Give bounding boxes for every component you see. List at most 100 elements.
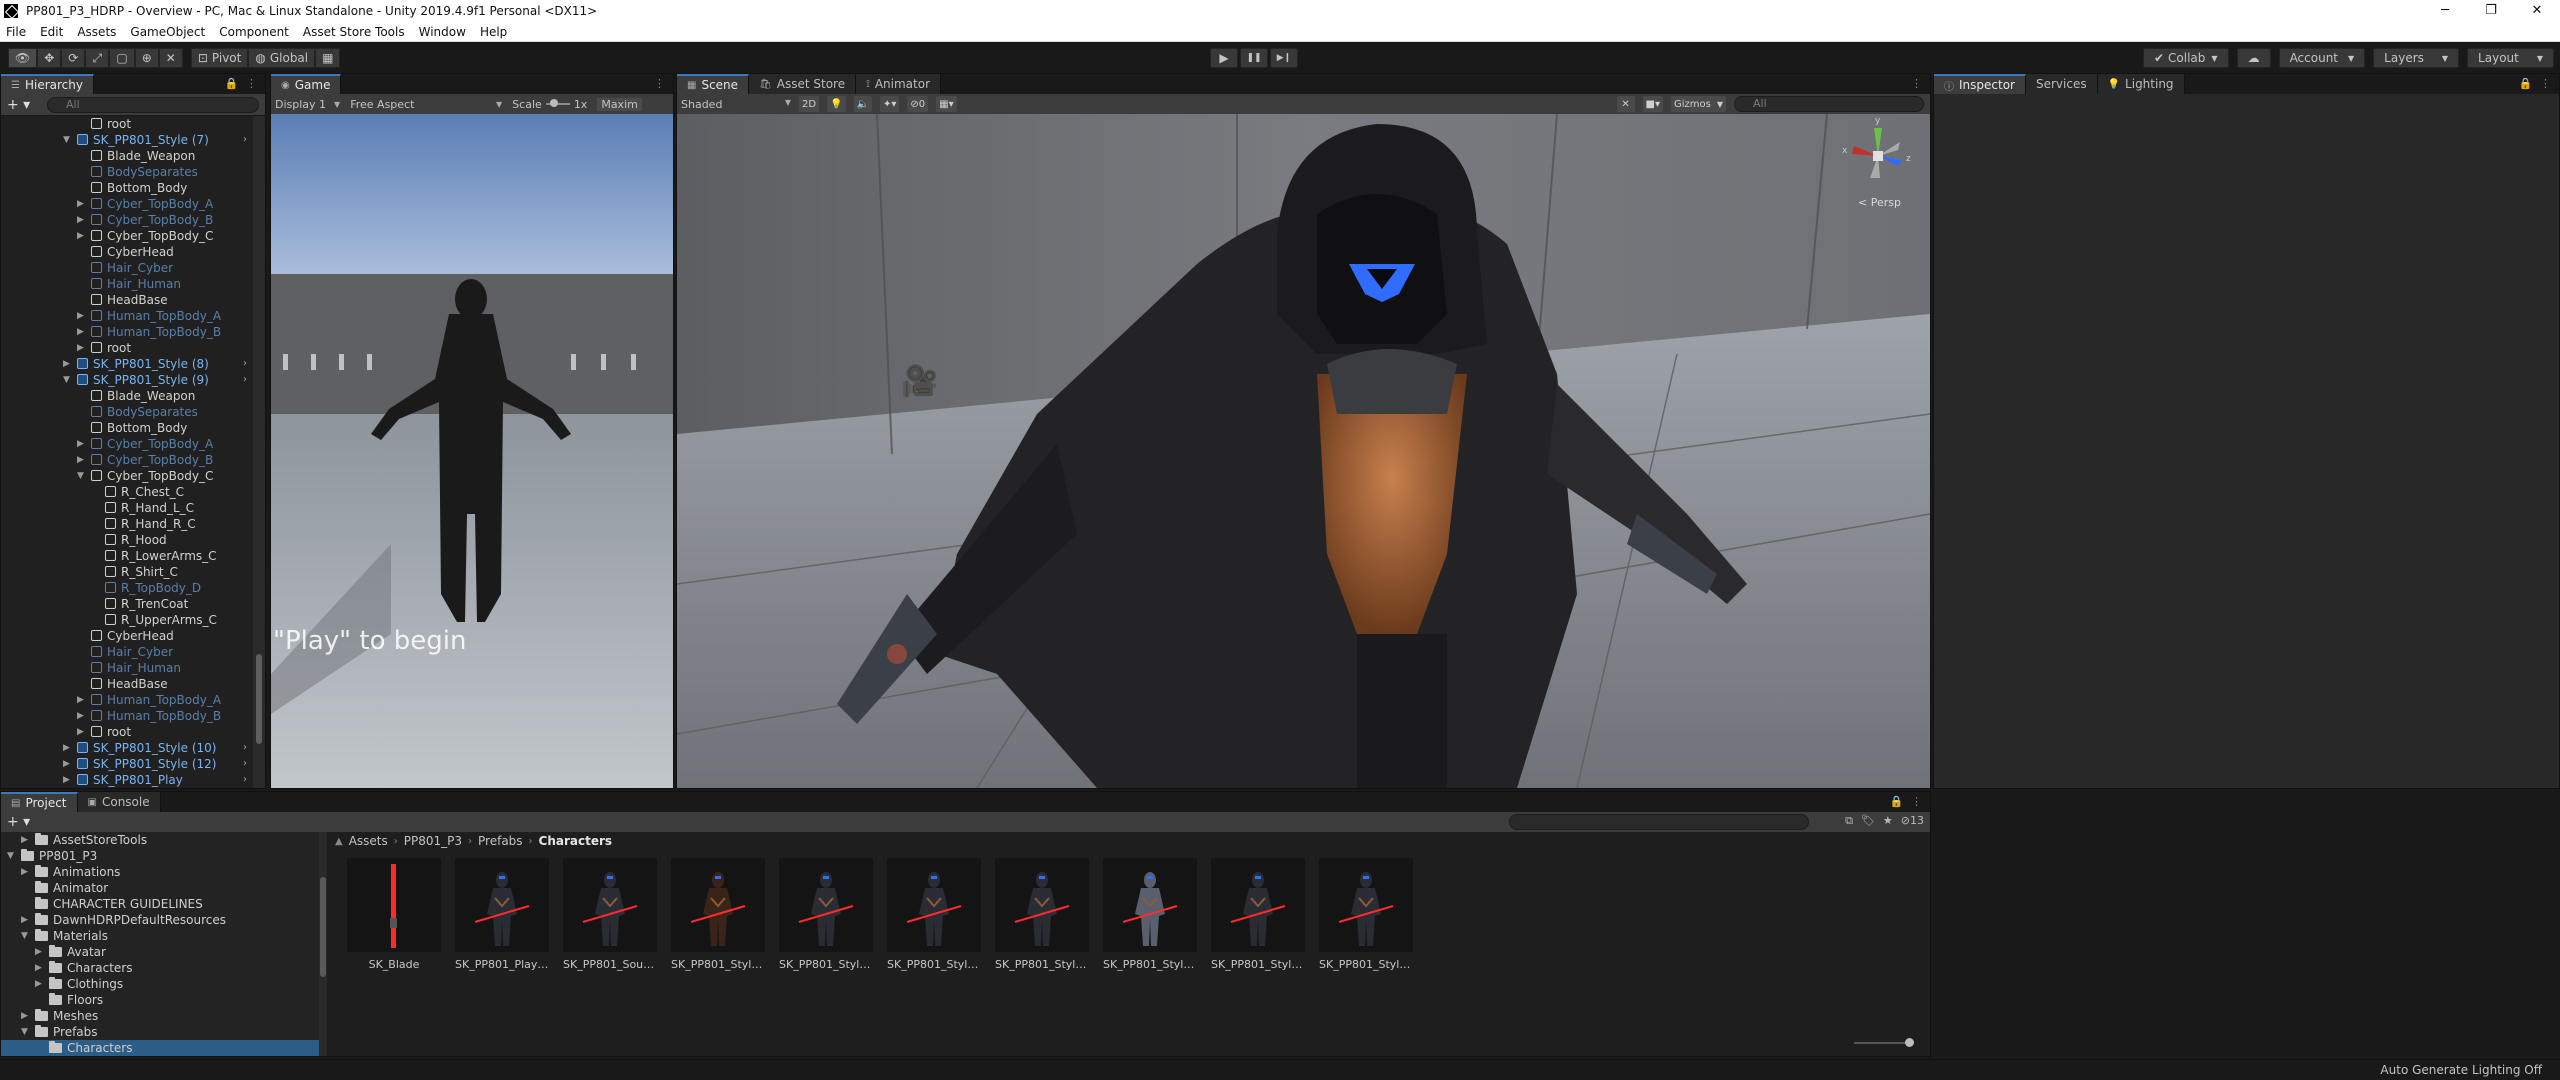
- panel-menu-icon[interactable]: 🔒 ⋮: [225, 77, 259, 90]
- asset-item[interactable]: SK_PP801_Play V...: [455, 858, 549, 971]
- hierarchy-item[interactable]: R_LowerArms_C: [1, 548, 265, 564]
- project-tree-item[interactable]: ▶ Clothings: [1, 976, 325, 992]
- hierarchy-item[interactable]: R_Chest_C: [1, 484, 265, 500]
- asset-item[interactable]: SK_Blade: [347, 858, 441, 971]
- hierarchy-scrollbar[interactable]: [253, 116, 265, 788]
- project-tree-item[interactable]: CHARACTER GUIDELINES: [1, 896, 325, 912]
- layers-dropdown[interactable]: Layers ▼: [2373, 48, 2460, 68]
- hierarchy-item[interactable]: ▶ Cyber_TopBody_B: [1, 452, 265, 468]
- scale-slider[interactable]: [545, 99, 570, 107]
- asset-item[interactable]: SK_PP801_Style (...: [995, 858, 1089, 971]
- hierarchy-item[interactable]: R_UpperArms_C: [1, 612, 265, 628]
- open-prefab-icon[interactable]: ›: [243, 132, 247, 148]
- asset-item[interactable]: SK_PP801_Style (...: [1103, 858, 1197, 971]
- tab-lighting[interactable]: 💡 Lighting: [2097, 74, 2185, 94]
- scrollbar-thumb[interactable]: [320, 877, 326, 977]
- project-tree-item[interactable]: ▶ Animations: [1, 864, 325, 880]
- account-dropdown[interactable]: Account ▼: [2278, 48, 2366, 68]
- open-prefab-icon[interactable]: ›: [243, 772, 247, 788]
- maximize-button[interactable]: ❐: [2468, 0, 2514, 22]
- tools-icon[interactable]: ✕: [1616, 96, 1635, 112]
- hierarchy-item[interactable]: ▶ SK_PP801_Play ›: [1, 772, 265, 788]
- collapsed-arrow-icon[interactable]: ▶: [77, 724, 87, 740]
- transform-tool-icon[interactable]: ⊕: [134, 48, 159, 68]
- open-prefab-icon[interactable]: ›: [243, 756, 247, 772]
- collapsed-arrow-icon[interactable]: ▶: [63, 756, 73, 772]
- expanded-arrow-icon[interactable]: ▼: [21, 928, 28, 944]
- breadcrumb-item[interactable]: PP801_P3: [404, 834, 462, 848]
- scale-control[interactable]: Scale 1x: [512, 98, 587, 111]
- hierarchy-item[interactable]: ▶ Human_TopBody_A: [1, 308, 265, 324]
- camera-gizmo-icon[interactable]: 🎥: [901, 364, 938, 399]
- hierarchy-item[interactable]: Hair_Cyber: [1, 644, 265, 660]
- hierarchy-item[interactable]: R_TopBody_D: [1, 580, 265, 596]
- asset-item[interactable]: SK_PP801_Sourc...: [563, 858, 657, 971]
- collapsed-arrow-icon[interactable]: ▶: [77, 228, 87, 244]
- panel-menu-icon[interactable]: 🔒 ⋮: [1890, 795, 1924, 808]
- tab-inspector[interactable]: ⓘ Inspector: [1934, 74, 2026, 94]
- tab-scene[interactable]: ▦ Scene: [677, 74, 750, 94]
- collapsed-arrow-icon[interactable]: ▶: [35, 944, 42, 960]
- open-prefab-icon[interactable]: ›: [243, 740, 247, 756]
- collapsed-arrow-icon[interactable]: ▶: [77, 324, 87, 340]
- panel-menu-icon[interactable]: ⋮: [1911, 77, 1924, 90]
- collapsed-arrow-icon[interactable]: ▶: [63, 356, 73, 372]
- step-button[interactable]: ▶❙: [1270, 48, 1298, 68]
- collapsed-arrow-icon[interactable]: ▶: [21, 832, 28, 848]
- breadcrumb-item[interactable]: Prefabs: [478, 834, 523, 848]
- hierarchy-item[interactable]: R_Hand_L_C: [1, 500, 265, 516]
- hierarchy-item[interactable]: ▶ Human_TopBody_B: [1, 708, 265, 724]
- lighting-toggle-icon[interactable]: 💡: [827, 96, 846, 112]
- asset-item[interactable]: SK_PP801_Style (...: [1319, 858, 1413, 971]
- menu-component[interactable]: Component: [219, 25, 289, 39]
- project-tree-item[interactable]: ▶ Meshes: [1, 1008, 325, 1024]
- view-tool-icon[interactable]: 👁: [8, 48, 38, 68]
- game-viewport[interactable]: "Play" to begin: [271, 114, 673, 788]
- gizmos-dropdown[interactable]: Gizmos ▼: [1670, 96, 1726, 112]
- scene-search-input[interactable]: All: [1734, 96, 1924, 112]
- hidden-objects-toggle[interactable]: ⊘ 0: [907, 96, 929, 112]
- shading-mode-dropdown[interactable]: Shaded ▼: [681, 98, 791, 111]
- expanded-arrow-icon[interactable]: ▼: [7, 848, 14, 864]
- effects-toggle-icon[interactable]: ✦▾: [879, 96, 900, 112]
- hierarchy-item[interactable]: ▶ SK_PP801_Style (8) ›: [1, 356, 265, 372]
- project-tree-item[interactable]: ▼ Prefabs: [1, 1024, 325, 1040]
- create-button[interactable]: + ▾: [7, 97, 47, 113]
- display-dropdown[interactable]: Display 1 ▼: [275, 98, 340, 111]
- hierarchy-item[interactable]: ▶ root: [1, 724, 265, 740]
- menu-asset-store-tools[interactable]: Asset Store Tools: [303, 25, 405, 39]
- hierarchy-item[interactable]: ▶ Human_TopBody_A: [1, 692, 265, 708]
- minimize-button[interactable]: ─: [2422, 0, 2468, 22]
- hierarchy-item[interactable]: Hair_Cyber: [1, 260, 265, 276]
- collapsed-arrow-icon[interactable]: ▶: [77, 708, 87, 724]
- hidden-packages-toggle[interactable]: ⊘13: [1901, 814, 1924, 828]
- collapsed-arrow-icon[interactable]: ▶: [77, 308, 87, 324]
- hierarchy-item[interactable]: ▶ SK_PP801_Style (10) ›: [1, 740, 265, 756]
- asset-item[interactable]: SK_PP801_Style (...: [887, 858, 981, 971]
- collapsed-arrow-icon[interactable]: ▶: [77, 692, 87, 708]
- maximize-on-play-button[interactable]: Maxim: [597, 97, 642, 111]
- expanded-arrow-icon[interactable]: ▼: [21, 1024, 28, 1040]
- grid-toggle-icon[interactable]: ▦▾: [936, 96, 957, 112]
- grid-snap-icon[interactable]: ▦: [315, 48, 341, 68]
- panel-menu-icon[interactable]: 🔒 ⋮: [2519, 77, 2553, 90]
- project-tree-item[interactable]: Animator: [1, 880, 325, 896]
- play-button[interactable]: ▶: [1210, 48, 1238, 68]
- tab-project[interactable]: ▤ Project: [1, 792, 78, 812]
- tab-console[interactable]: ▣ Console: [77, 792, 161, 812]
- hierarchy-item[interactable]: R_TrenCoat: [1, 596, 265, 612]
- persp-label[interactable]: < Persp: [1858, 196, 1901, 209]
- hierarchy-item[interactable]: Hair_Human: [1, 276, 265, 292]
- favorite-star-icon[interactable]: ★: [1883, 814, 1893, 828]
- collapsed-arrow-icon[interactable]: ▶: [21, 1008, 28, 1024]
- scrollbar-thumb[interactable]: [256, 654, 262, 744]
- open-prefab-icon[interactable]: ›: [243, 372, 247, 388]
- hierarchy-item[interactable]: Blade_Weapon: [1, 388, 265, 404]
- tab-game[interactable]: ◉ Game: [271, 74, 342, 94]
- menu-file[interactable]: File: [6, 25, 26, 39]
- expanded-arrow-icon[interactable]: ▼: [63, 372, 73, 388]
- project-tree-item[interactable]: ▶ AssetStoreTools: [1, 832, 325, 848]
- filter-type-icon[interactable]: ⧉: [1845, 814, 1853, 828]
- collapsed-arrow-icon[interactable]: ▶: [77, 340, 87, 356]
- breadcrumb-item[interactable]: Characters: [539, 834, 613, 848]
